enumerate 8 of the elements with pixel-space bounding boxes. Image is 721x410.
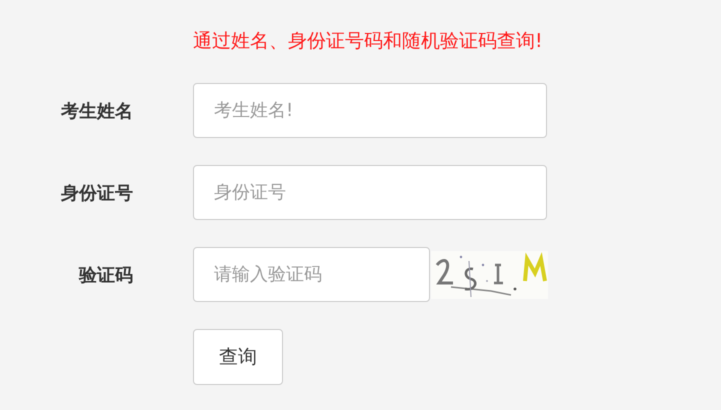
input-field[interactable]: 考生姓名!: [193, 83, 547, 138]
field-label: 考生姓名: [60, 100, 133, 122]
field-label: 验证码: [78, 264, 133, 286]
search-button[interactable]: 查询: [193, 329, 283, 385]
field-label: 身份证号: [60, 182, 133, 204]
input-field[interactable]: 身份证号: [193, 165, 547, 220]
notice-text: 通过姓名、身份证号码和随机验证码查询!: [193, 29, 544, 54]
input-field[interactable]: 请输入验证码: [193, 247, 430, 302]
